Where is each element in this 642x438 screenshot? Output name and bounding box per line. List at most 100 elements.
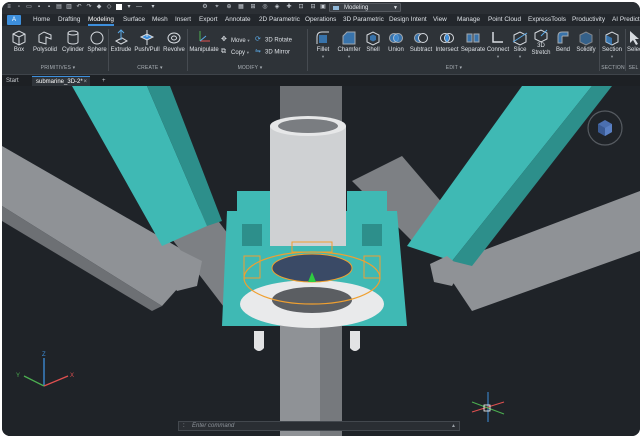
sleeve-upper-bore [278,119,338,133]
pushpull-button[interactable]: Push/Pull [133,27,161,63]
osnap-icon[interactable]: ◈ [274,4,280,11]
tab-mesh[interactable]: Mesh [152,14,168,26]
modify-panel-label[interactable]: MODIFY ▾ [222,64,278,72]
lower-clamp-right[interactable] [350,331,360,351]
cylinder-button[interactable]: Cylinder [60,27,86,63]
polar-icon[interactable]: ◎ [262,4,268,11]
doc-tab-active[interactable]: submarine_3D-2* × [32,76,90,86]
new-file-icon[interactable]: ▫ [16,4,22,11]
subtract-button[interactable]: Subtract [408,27,434,63]
cylinder-label: Cylinder [61,47,84,53]
tab-point-cloud[interactable]: Point Cloud [488,14,521,26]
snap-icon[interactable]: ⊕ [226,4,232,11]
select-button[interactable]: Selec [627,27,640,63]
move-button[interactable]: ✥ Move ▾ [221,36,250,45]
color-dropdown-icon[interactable]: ▾ [126,4,132,11]
tab-operations[interactable]: Operations [305,14,336,26]
command-line[interactable]: : Enter command ▲ [178,421,460,431]
rotate-3d-label: 3D Rotate [265,37,293,44]
create-panel-label[interactable]: CREATE ▾ [122,64,178,72]
tab-manage[interactable]: Manage [457,14,480,26]
tab-export[interactable]: Export [199,14,217,26]
ducs-icon[interactable]: ⊡ [298,4,304,11]
sleeve-upper[interactable] [270,126,346,246]
union-button[interactable]: Union [385,27,407,63]
command-prompt: : [183,423,185,429]
tab-ai-predict[interactable]: AI Predict [612,14,640,26]
tab-home[interactable]: Home [33,14,50,26]
ortho-icon[interactable]: ⊞ [250,4,256,11]
3d-mirror-button[interactable]: ⇋ 3D Mirror [255,48,290,57]
tab-3d-parametric[interactable]: 3D Parametric [343,14,384,26]
otrack-icon[interactable]: ✚ [286,4,292,11]
tab-insert[interactable]: Insert [175,14,191,26]
primitives-panel-label[interactable]: PRIMITIVES ▾ [22,64,94,72]
shell-button[interactable]: Shell [363,27,383,63]
match-properties-icon[interactable]: ◆ [96,4,102,11]
sphere-button[interactable]: Sphere [86,27,108,63]
lineweight-icon[interactable]: ▾ [150,4,156,11]
box-button[interactable]: Box [8,27,30,63]
3d-rotate-button[interactable]: ⟳ 3D Rotate [255,36,292,45]
dynamic-input-icon[interactable]: ⊟ [310,4,316,11]
settings-icon[interactable]: ▣ [320,4,326,11]
3d-stretch-button[interactable]: 3D Stretch [530,27,552,63]
polysolid-button[interactable]: Polysolid [31,27,59,63]
redo-icon[interactable]: ↷ [86,4,92,11]
title-bar: ≡ ▫ ▭ ▪ ▪ ▤ ▥ ↶ ↷ ◆ ◇ ▾ — ▾ ⚙ ⌖ ⊕ ▦ ⊞ ◎ … [2,2,640,14]
tab-surface[interactable]: Surface [123,14,145,26]
manipulate-button[interactable]: Manipulate [188,27,220,63]
undo-icon[interactable]: ↶ [76,4,82,11]
extrude-icon [114,29,129,45]
solidify-button[interactable]: Solidify [574,27,598,63]
color-swatch-icon[interactable] [116,4,122,11]
layer-icon[interactable]: ◇ [106,4,112,11]
tab-productivity[interactable]: Productivity [572,14,605,26]
app-button[interactable]: A [7,15,21,25]
print-icon[interactable]: ▤ [56,4,62,11]
add-tab-button[interactable]: + [98,76,110,86]
command-input[interactable]: Enter command [192,422,234,430]
copy-button[interactable]: ⧉ Copy ▾ [221,48,249,57]
viewcube[interactable] [587,110,623,146]
separate-button[interactable]: Separate [460,27,486,63]
command-history-icon[interactable]: ▲ [451,422,456,430]
revolve-button[interactable]: Revolve [162,27,186,63]
lower-clamp-left[interactable] [254,331,264,351]
intersect-button[interactable]: Intersect [434,27,460,63]
linetype-icon[interactable]: — [136,4,142,11]
tab-design-intent[interactable]: Design Intent [389,14,427,26]
hub-bracket-right[interactable] [347,191,387,226]
bend-button[interactable]: Bend [554,27,572,63]
ribbon-tabs: A Home Drafting Modeling Surface Mesh In… [2,14,640,26]
tools-icon[interactable]: ⚙ [202,4,208,11]
doc-tab-start[interactable]: Start [2,76,23,86]
tab-expresstools[interactable]: ExpressTools [528,14,566,26]
chamfer-button[interactable]: Chamfer ▾ [336,27,362,63]
plot-icon[interactable]: ▥ [66,4,72,11]
tab-drafting[interactable]: Drafting [58,14,80,26]
chevron-down-icon: ▾ [259,65,263,71]
fillet-button[interactable]: Fillet ▾ [312,27,334,63]
copy-icon: ⧉ [221,48,226,56]
tab-annotate[interactable]: Annotate [225,14,251,26]
save-as-icon[interactable]: ▪ [46,4,52,11]
slice-button[interactable]: Slice ▾ [511,27,529,63]
chevron-down-icon: ▾ [247,38,250,43]
connect-button[interactable]: Connect ▾ [486,27,510,63]
tab-view[interactable]: View [433,14,447,26]
intersect-label: Intersect [435,47,459,53]
tab-modeling[interactable]: Modeling [88,14,114,26]
workspace-selector[interactable]: Modeling ▼ [329,3,401,12]
measure-icon[interactable]: ⌖ [214,4,220,11]
model-viewport[interactable]: Z X Y [2,86,640,436]
save-icon[interactable]: ▪ [36,4,42,11]
edit-panel-label[interactable]: EDIT ▾ [432,64,476,72]
sphere-label: Sphere [87,47,107,53]
extrude-button[interactable]: Extrude [109,27,133,63]
app-menu-icon[interactable]: ≡ [6,4,12,11]
section-button[interactable]: Section ▾ [600,27,624,63]
open-file-icon[interactable]: ▭ [26,4,32,11]
grid-icon[interactable]: ▦ [238,4,244,11]
tab-2d-parametric[interactable]: 2D Parametric [259,14,300,26]
